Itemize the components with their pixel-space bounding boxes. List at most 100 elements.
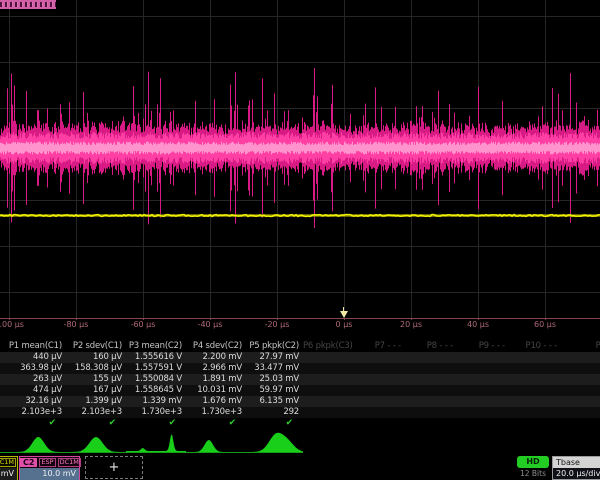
hd-bits-label: 12 Bits (513, 469, 553, 478)
histicon[interactable] (0, 432, 66, 455)
param-status: ✔ (0, 418, 66, 429)
param-value: 59.97 mV (246, 385, 303, 396)
param-value: 33.477 mV (246, 363, 303, 374)
param-value: 1.550084 V (126, 374, 186, 385)
param-value: 1.676 mV (186, 396, 246, 407)
param-status: ✔ (66, 418, 126, 429)
add-trace-button[interactable]: + (85, 456, 143, 479)
c1-scale-value: 10.0 mV (0, 468, 17, 480)
param-header[interactable]: P9 - - - (457, 341, 509, 352)
timebase-descriptor[interactable]: Tbase 20.0 µs/div (552, 456, 600, 480)
descriptor-strip: C1 DC1M 10.0 mV C2 ESP DC1M 10.0 mV + HD… (0, 456, 600, 480)
param-value: 2.200 mV (186, 352, 246, 363)
histicon[interactable] (186, 432, 246, 455)
param-value (457, 385, 509, 396)
param-value (561, 374, 600, 385)
c2-scale-value: 10.0 mV (20, 468, 79, 480)
param-value (561, 363, 600, 374)
time-axis-label: 60 µs (534, 320, 556, 329)
param-value: 32.16 µV (0, 396, 66, 407)
param-header[interactable]: P5 pkpk(C2) (246, 341, 303, 352)
histicon-strip-clip (0, 432, 600, 455)
param-value: 10.031 mV (186, 385, 246, 396)
param-value (561, 396, 600, 407)
param-value (405, 352, 457, 363)
param-header[interactable]: P8 - - - (405, 341, 457, 352)
histicon[interactable] (246, 432, 303, 455)
histicon-empty (561, 432, 600, 455)
param-header[interactable]: P6 pkpk(C3) (303, 341, 353, 352)
param-value (457, 352, 509, 363)
param-value: 2.103e+3 (0, 407, 66, 418)
param-value (353, 407, 405, 418)
param-value (303, 352, 353, 363)
c2-descriptor[interactable]: C2 ESP DC1M 10.0 mV (19, 456, 80, 480)
histicon[interactable] (66, 432, 126, 455)
param-value (405, 385, 457, 396)
param-header[interactable]: P4 sdev(C2) (186, 341, 246, 352)
param-header[interactable]: P3 mean(C2) (126, 341, 186, 352)
hd-badge: HD (517, 456, 549, 468)
param-value: 263 µV (0, 374, 66, 385)
histicon-empty (457, 432, 509, 455)
measurement-table-clip: P1 mean(C1)P2 sdev(C1)P3 mean(C2)P4 sdev… (0, 341, 600, 432)
param-header[interactable]: P7 - - - (353, 341, 405, 352)
param-value: 167 µV (66, 385, 126, 396)
param-status: ✔ (126, 418, 186, 429)
histicon[interactable] (126, 432, 186, 455)
tbase-label: Tbase (553, 457, 600, 468)
param-value (561, 385, 600, 396)
param-value (509, 407, 561, 418)
param-value: 158.308 µV (66, 363, 126, 374)
param-value: 1.399 µV (66, 396, 126, 407)
param-value: 1.555616 V (126, 352, 186, 363)
param-value (405, 396, 457, 407)
c1-descriptor[interactable]: C1 DC1M 10.0 mV (0, 456, 18, 480)
c2-esp-tag: ESP (39, 458, 55, 467)
param-value (561, 407, 600, 418)
param-value (353, 363, 405, 374)
param-value (353, 396, 405, 407)
histicon-empty (509, 432, 561, 455)
param-header[interactable]: P2 sdev(C1) (66, 341, 126, 352)
param-value (457, 407, 509, 418)
histicon-strip (0, 432, 600, 455)
param-value (509, 363, 561, 374)
trigger-position-marker[interactable] (340, 311, 348, 318)
param-value (457, 396, 509, 407)
waveform-canvas (0, 0, 600, 320)
param-value (353, 352, 405, 363)
param-value: 1.730e+3 (126, 407, 186, 418)
param-status (457, 418, 509, 429)
param-status (353, 418, 405, 429)
param-status (303, 418, 353, 429)
param-value (303, 363, 353, 374)
time-axis-label: -20 µs (265, 320, 290, 329)
param-value: 1.730e+3 (186, 407, 246, 418)
param-value: 155 µV (66, 374, 126, 385)
annotation-badge (0, 0, 56, 9)
param-status: ✔ (246, 418, 303, 429)
param-value: 1.891 mV (186, 374, 246, 385)
oscilloscope-screen: -100 µs-80 µs-60 µs-40 µs-20 µs0 µs20 µs… (0, 0, 600, 480)
param-status: ✔ (186, 418, 246, 429)
param-value (509, 374, 561, 385)
param-value (303, 407, 353, 418)
param-value (405, 407, 457, 418)
time-axis-label: 0 µs (336, 320, 353, 329)
param-status (509, 418, 561, 429)
param-header[interactable]: P10 - - - (509, 341, 561, 352)
param-value (303, 374, 353, 385)
param-value (509, 385, 561, 396)
param-value (457, 374, 509, 385)
param-header[interactable]: P11 (561, 341, 600, 352)
param-value: 363.98 µV (0, 363, 66, 374)
param-value: 6.135 mV (246, 396, 303, 407)
param-header[interactable]: P1 mean(C1) (0, 341, 66, 352)
param-value: 2.966 mV (186, 363, 246, 374)
c2-coupling-tag: DC1M (58, 458, 81, 467)
param-value: 1.558645 V (126, 385, 186, 396)
param-value (405, 363, 457, 374)
param-value (303, 396, 353, 407)
time-axis-label: -80 µs (64, 320, 89, 329)
